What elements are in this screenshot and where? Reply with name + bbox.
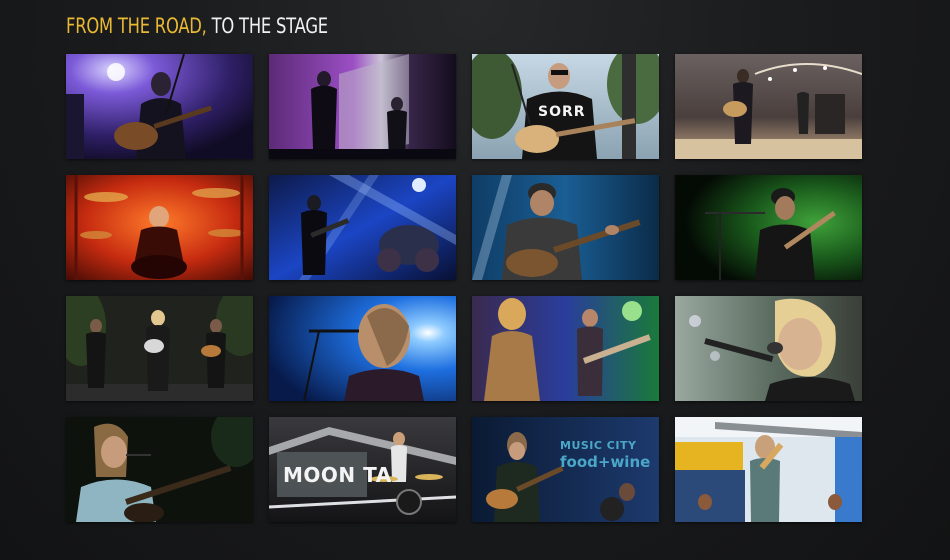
photo-thumbnail-12[interactable] [675,296,862,401]
heading-accent: FROM THE ROAD, [66,14,207,38]
photo-thumbnail-3[interactable]: SORR [472,54,659,159]
photo-thumbnail-4[interactable] [675,54,862,159]
photo-thumbnail-14[interactable]: MOON TA [269,417,456,522]
photo-thumbnail-6[interactable] [269,175,456,280]
photo-5-image [66,175,253,280]
photo-12-image [675,296,862,401]
photo-8-image [675,175,862,280]
photo-6-image [269,175,456,280]
photo-15-banner-line-1: MUSIC CITY [560,439,637,452]
photo-2-image [269,54,456,159]
photo-thumbnail-8[interactable] [675,175,862,280]
photo-14-banner-text: MOON TA [283,463,392,487]
photo-thumbnail-5[interactable] [66,175,253,280]
photo-thumbnail-16[interactable] [675,417,862,522]
photo-3-shirt-text: SORR [538,104,586,120]
photo-grid: SORR MOON TA MUSIC CITY food+wine [66,54,863,522]
photo-thumbnail-7[interactable] [472,175,659,280]
photo-15-banner-line-2: food+wine [560,453,651,471]
photo-gallery-page: FROM THE ROAD, TO THE STAGE SORR MOON TA… [0,0,950,560]
heading-rest: TO THE STAGE [211,14,329,38]
photo-10-image [269,296,456,401]
photo-11-image [472,296,659,401]
photo-thumbnail-2[interactable] [269,54,456,159]
photo-thumbnail-9[interactable] [66,296,253,401]
photo-thumbnail-11[interactable] [472,296,659,401]
photo-16-image [675,417,862,522]
photo-thumbnail-15[interactable]: MUSIC CITY food+wine [472,417,659,522]
photo-thumbnail-10[interactable] [269,296,456,401]
photo-4-image [675,54,862,159]
page-heading: FROM THE ROAD, TO THE STAGE [66,12,328,40]
photo-7-image [472,175,659,280]
photo-thumbnail-13[interactable] [66,417,253,522]
photo-1-image [66,54,253,159]
photo-thumbnail-1[interactable] [66,54,253,159]
photo-13-image [66,417,253,522]
photo-9-image [66,296,253,401]
